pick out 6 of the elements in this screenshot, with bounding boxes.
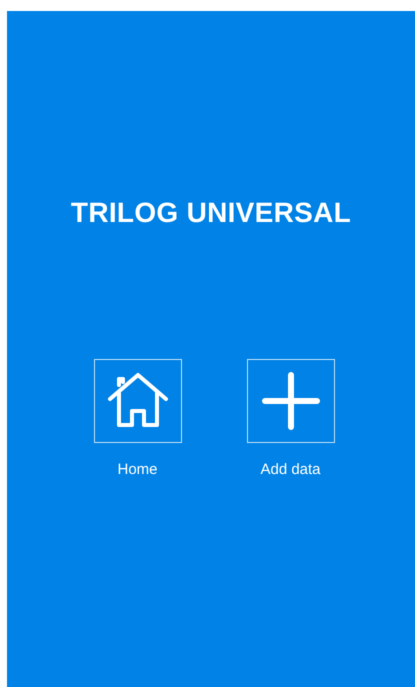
home-button[interactable] [94, 359, 182, 443]
app-title: TRILOG UNIVERSAL [70, 197, 352, 229]
button-label: Add data [260, 461, 321, 478]
add-button[interactable] [246, 359, 334, 443]
button-label: Home [117, 461, 158, 478]
plus-icon [260, 371, 320, 431]
